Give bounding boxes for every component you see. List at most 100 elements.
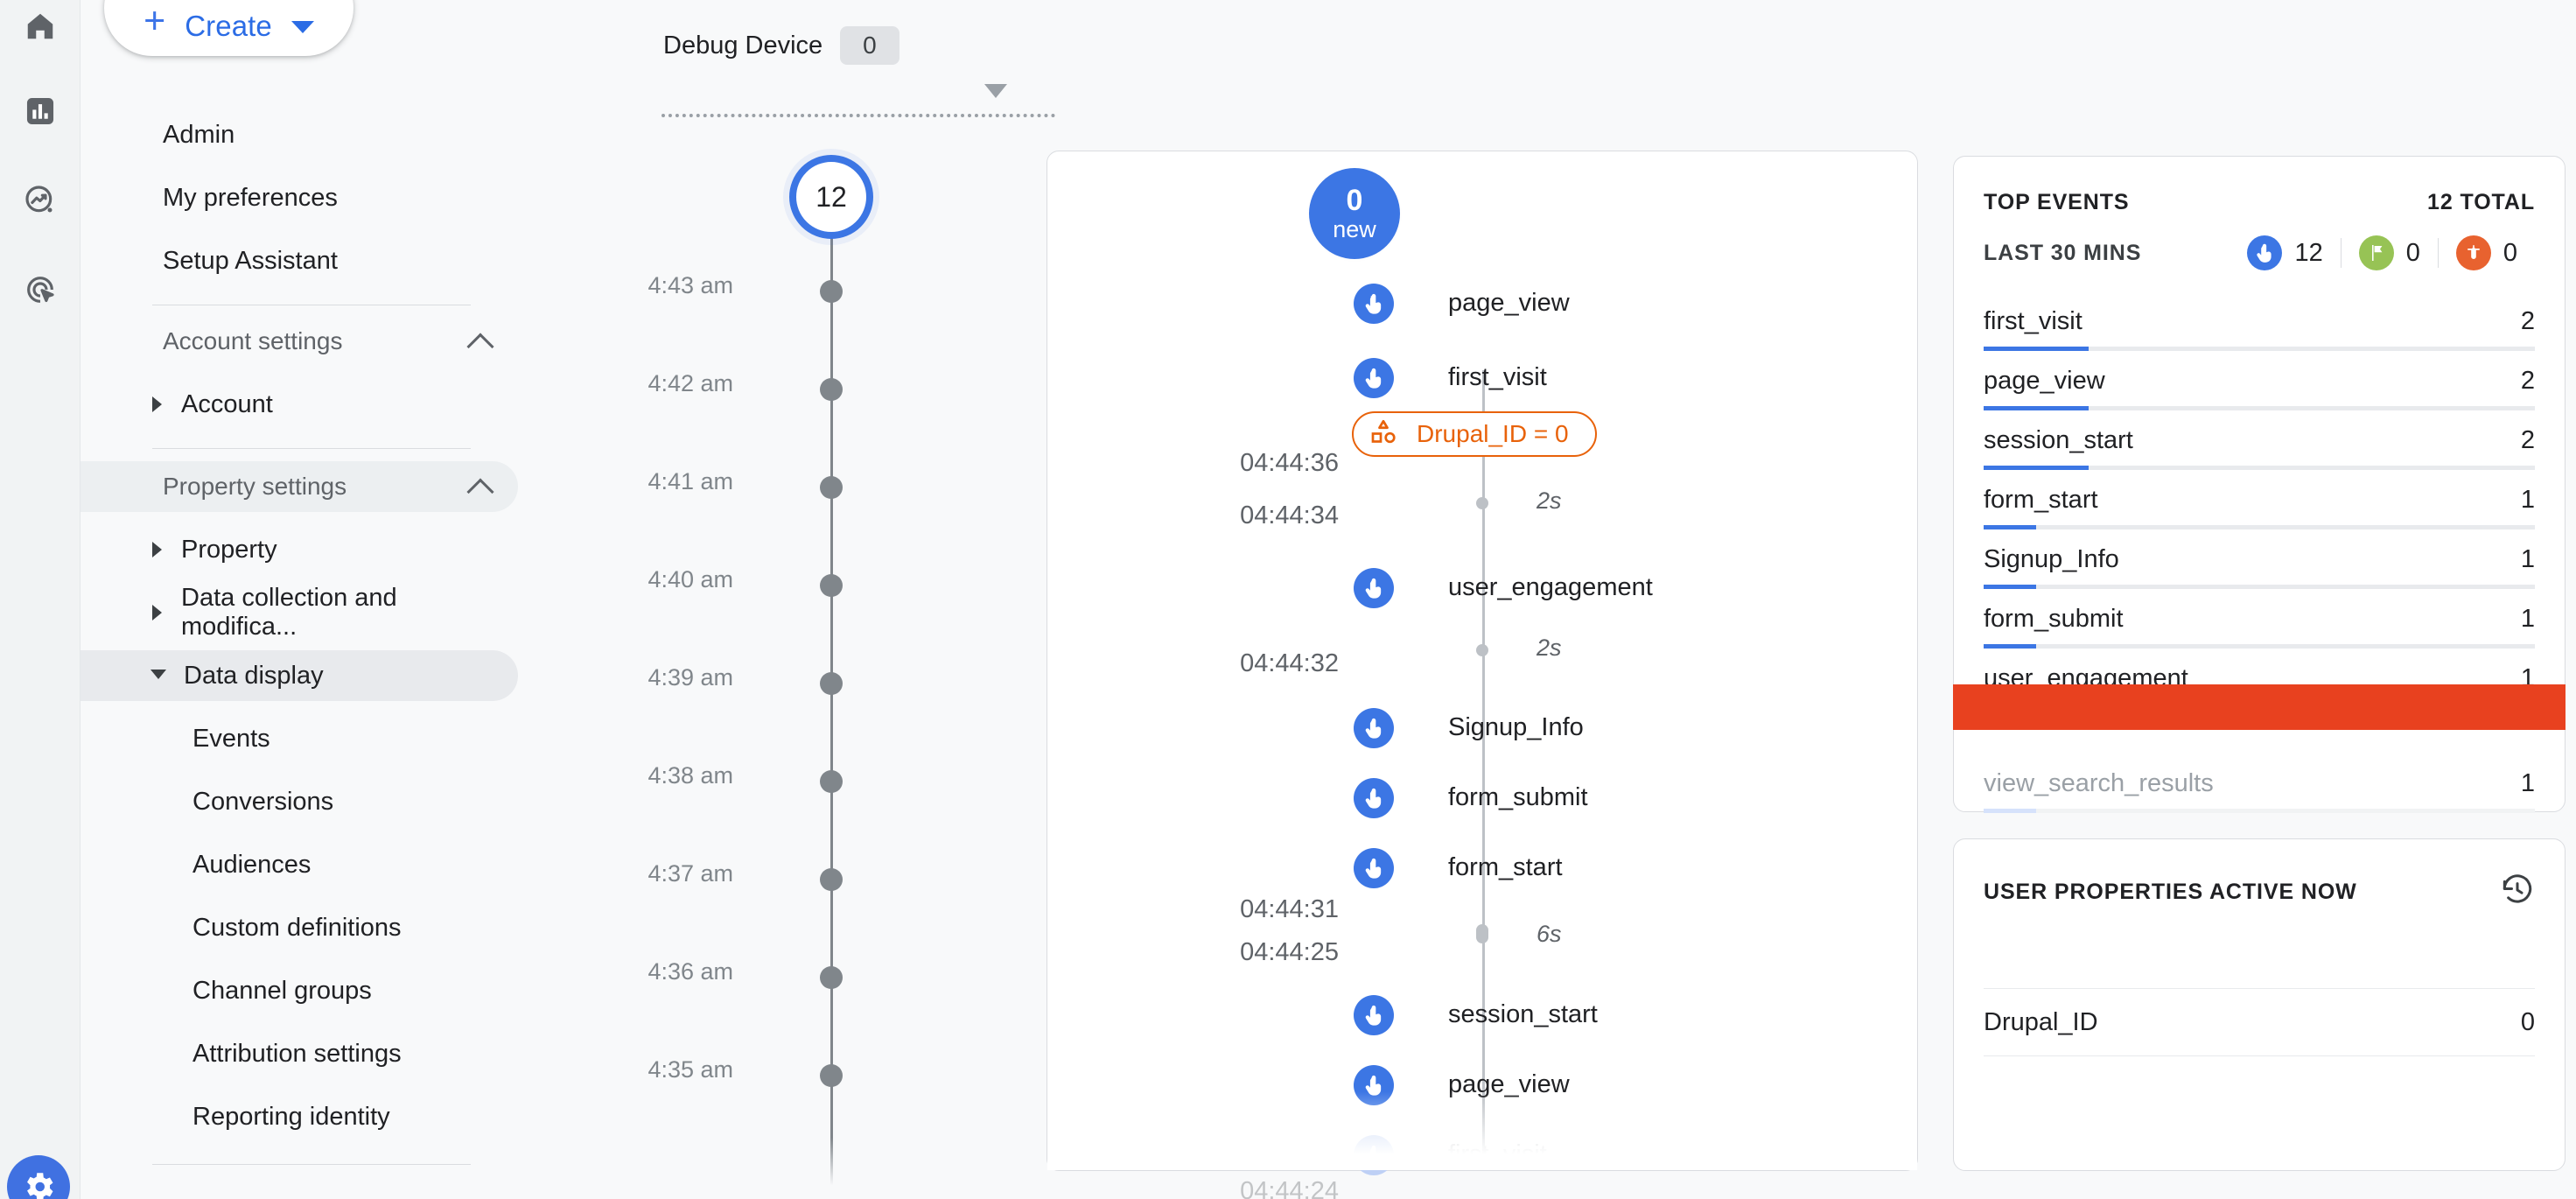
timeline-tick-dot — [820, 672, 843, 695]
active-users-count[interactable]: 12 — [789, 155, 873, 239]
sidebar-item-events[interactable]: Events — [80, 713, 518, 764]
left-icon-rail — [0, 0, 80, 1199]
top-events-row-fill — [1984, 347, 2089, 351]
top-events-row[interactable]: session_start 2 — [1984, 416, 2535, 475]
sidebar-item-label: Channel groups — [192, 976, 372, 1005]
stream-event[interactable]: form_submit — [1354, 777, 1588, 818]
new-events-badge[interactable]: 0 new — [1309, 168, 1400, 259]
user-property-row[interactable]: Drupal_ID 0 — [1984, 988, 2535, 1056]
top-events-row[interactable]: page_view 2 — [1984, 356, 2535, 416]
timeline-tick-label: 4:40 am — [648, 566, 733, 592]
sidebar-item-admin[interactable]: Admin — [80, 109, 518, 160]
sidebar-item-custom-definitions[interactable]: Custom definitions — [80, 902, 518, 953]
sidebar-section-account-settings[interactable]: Account settings — [80, 316, 518, 367]
sidebar-item-label: Reporting identity — [192, 1102, 390, 1131]
top-events-row-fill — [1984, 406, 2089, 410]
chevron-up-icon — [466, 333, 494, 361]
stat-events-value: 12 — [2294, 238, 2323, 267]
reports-bar-chart-icon[interactable] — [14, 85, 66, 137]
stream-timestamp: 04:44:32 — [1240, 649, 1339, 677]
sidebar-item-label: Property — [181, 535, 277, 564]
debug-device-value-chip: 0 — [840, 26, 900, 65]
admin-gear-button[interactable] — [7, 1155, 70, 1199]
advertising-target-icon[interactable] — [14, 263, 66, 316]
new-events-label: new — [1333, 215, 1376, 242]
top-events-row[interactable]: form_start 1 — [1984, 475, 2535, 535]
touch-event-icon — [1354, 777, 1394, 818]
user-properties-title: USER PROPERTIES ACTIVE NOW — [1984, 880, 2357, 904]
stat-events[interactable]: 12 — [2247, 235, 2340, 270]
top-events-row-count: 2 — [2520, 306, 2535, 335]
explore-icon[interactable] — [14, 174, 66, 227]
user-properties-list: Drupal_ID 0 — [1984, 988, 2535, 1056]
event-stream-axis — [1482, 370, 1485, 1170]
top-events-row[interactable]: form_submit 1 — [1984, 594, 2535, 654]
history-clock-icon[interactable] — [2500, 873, 2535, 912]
stream-timestamp: 04:44:24 — [1240, 1177, 1339, 1199]
stream-event[interactable]: Signup_Info — [1354, 707, 1584, 748]
top-events-row-name: form_start — [1984, 485, 2098, 514]
stream-event-name: user_engagement — [1448, 573, 1653, 601]
top-events-row-track — [1984, 466, 2535, 470]
sidebar-item-property[interactable]: Property — [80, 524, 518, 575]
timeline-tick-label: 4:38 am — [648, 762, 733, 789]
sidebar-section-property-settings[interactable]: Property settings — [80, 461, 518, 512]
top-events-header: TOP EVENTS 12 TOTAL — [1984, 190, 2535, 215]
stream-event-name: Signup_Info — [1448, 713, 1584, 741]
sidebar-item-setup-assistant[interactable]: Setup Assistant — [80, 235, 518, 286]
timeline-tick-label: 4:36 am — [648, 958, 733, 985]
timeline-dashed-divider — [662, 114, 1055, 117]
touch-event-icon — [1354, 357, 1394, 398]
create-button[interactable]: + Create — [104, 0, 354, 56]
stream-parameter-text: Drupal_ID = 0 — [1417, 420, 1569, 447]
stream-event[interactable]: page_view — [1354, 283, 1570, 324]
stream-event[interactable]: user_engagement — [1354, 567, 1653, 608]
stream-timestamp: 04:44:36 — [1240, 449, 1339, 477]
create-button-label: Create — [185, 10, 272, 42]
top-events-row-name: first_visit — [1984, 306, 2082, 335]
sidebar-item-data-collection[interactable]: Data collection and modifica... — [80, 584, 518, 641]
timeline-tick-dot — [820, 966, 843, 989]
sidebar-item-attribution-settings[interactable]: Attribution settings — [80, 1028, 518, 1079]
home-icon[interactable] — [14, 0, 66, 53]
timeline-tick-dot — [820, 1064, 843, 1087]
top-events-row[interactable]: view_search_results 1 — [1984, 759, 2535, 818]
sidebar-item-account[interactable]: Account — [80, 379, 518, 430]
top-events-row[interactable]: Signup_Info 1 — [1984, 535, 2535, 594]
user-property-name: Drupal_ID — [1984, 1007, 2098, 1036]
touch-event-icon — [1354, 847, 1394, 888]
timeline-tick-label: 4:43 am — [648, 272, 733, 298]
sidebar-item-label: Admin — [163, 120, 235, 149]
debug-device-selector[interactable]: Debug Device 0 — [663, 26, 900, 65]
timeline-tick-dot — [820, 868, 843, 891]
sidebar-item-conversions[interactable]: Conversions — [80, 776, 518, 827]
stream-parameter-pill[interactable]: Drupal_ID = 0 — [1352, 411, 1597, 457]
top-events-title: TOP EVENTS — [1984, 190, 2130, 214]
chevron-down-icon[interactable] — [984, 84, 1007, 98]
sidebar-item-audiences[interactable]: Audiences — [80, 839, 518, 890]
sidebar-section-label: Property settings — [163, 473, 347, 500]
stat-conversions[interactable]: 0 — [2342, 235, 2438, 270]
timeline-tick-dot — [820, 280, 843, 303]
sidebar-item-label: Attribution settings — [192, 1039, 402, 1068]
sidebar-item-label: Events — [192, 724, 270, 753]
sidebar-item-reporting-identity[interactable]: Reporting identity — [80, 1091, 518, 1142]
top-events-row-count: 2 — [2520, 425, 2535, 454]
debug-device-label: Debug Device — [663, 31, 823, 60]
timeline-fade-mask — [752, 1138, 962, 1199]
stream-event[interactable]: first_visit — [1354, 357, 1547, 398]
top-events-row-track — [1984, 406, 2535, 410]
sidebar-item-data-display[interactable]: Data display — [80, 650, 518, 701]
stat-errors[interactable]: 0 — [2439, 235, 2535, 270]
stream-event-name: first_visit — [1448, 363, 1547, 391]
stream-event[interactable]: form_start — [1354, 847, 1563, 888]
touch-event-icon — [1354, 283, 1394, 324]
sidebar-item-label: Custom definitions — [192, 913, 402, 942]
sidebar-item-my-preferences[interactable]: My preferences — [80, 172, 518, 223]
sidebar-item-channel-groups[interactable]: Channel groups — [80, 965, 518, 1016]
top-events-row[interactable]: first_visit 2 — [1984, 297, 2535, 356]
stream-timestamp: 04:44:34 — [1240, 501, 1339, 529]
top-events-row-fill — [1984, 644, 2036, 649]
stream-event[interactable]: session_start — [1354, 994, 1598, 1035]
top-events-row-name: view_search_results — [1984, 768, 2214, 797]
